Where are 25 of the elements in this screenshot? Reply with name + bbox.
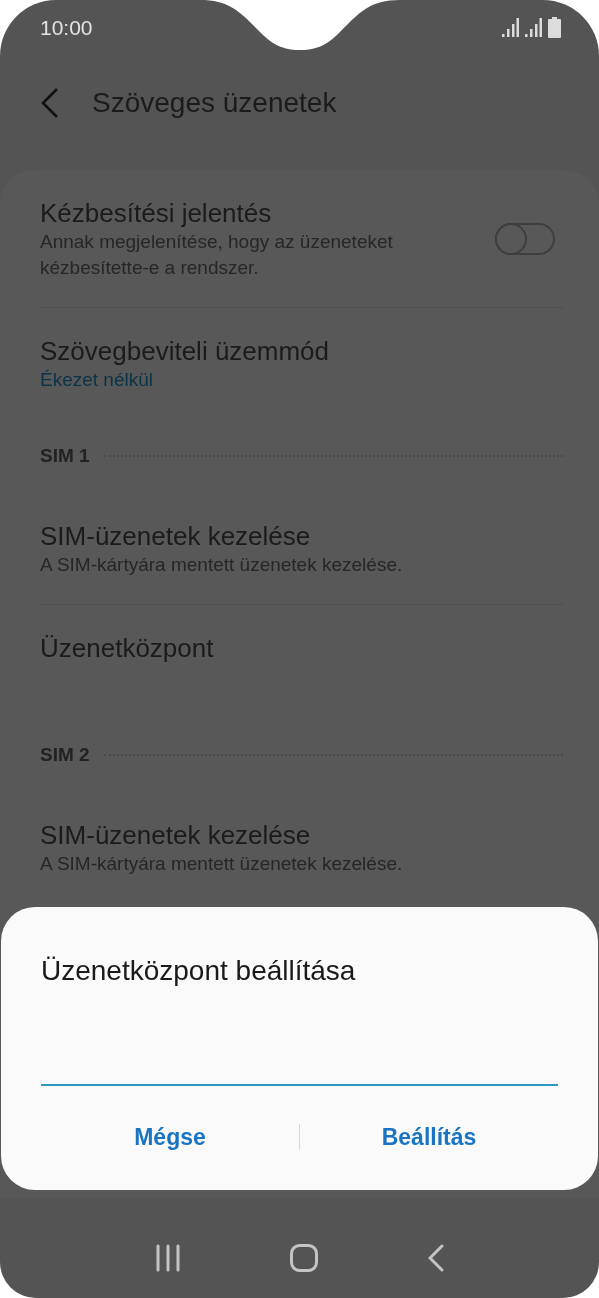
battery-icon [548,17,561,38]
dialog-button[interactable]: Mégse [41,1109,299,1165]
recent-apps-icon [154,1244,181,1272]
back-icon [428,1244,445,1272]
settings-item[interactable]: Szövegbeviteli üzemmód Ékezet nélkül [40,308,563,419]
setting-value: Ékezet nélkül [40,368,154,392]
home-icon [290,1244,319,1272]
setting-title: Szövegbeviteli üzemmód [40,335,331,367]
signal-icon [502,18,519,37]
signal-icon [525,18,542,37]
back-icon [40,86,60,119]
back-button[interactable] [428,1244,445,1272]
recent-apps-button[interactable] [154,1244,181,1272]
setting-title: Kézbesítési jelentés [40,197,273,229]
dialog-title: Üzenetközpont beállítása [41,954,357,988]
back-button[interactable] [40,86,60,119]
home-button[interactable] [290,1244,319,1272]
toggle-switch[interactable] [495,223,555,255]
setting-title: SIM-üzenetek kezelése [40,520,312,552]
setting-title: SIM-üzenetek kezelése [40,819,312,851]
screen-title: Szöveges üzenetek [92,86,337,119]
settings-item[interactable]: Üzenetközpont [40,605,563,718]
dialog-button[interactable]: Beállítás [300,1109,558,1165]
status-time: 10:00 [40,15,93,40]
setting-title: Üzenetközpont [40,632,215,664]
